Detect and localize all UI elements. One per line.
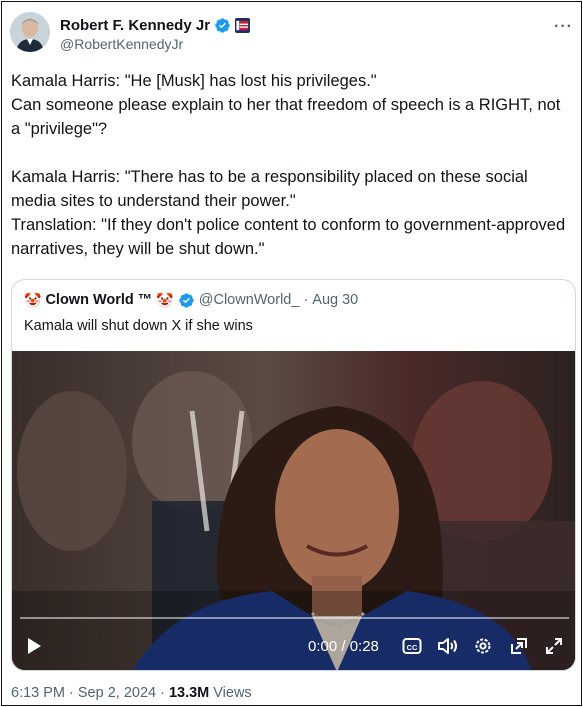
author-handle[interactable]: @RobertKennedyJr xyxy=(60,36,183,52)
verified-badge-icon[interactable] xyxy=(214,17,231,34)
video-frame xyxy=(12,351,575,670)
clown-avatar-icon[interactable]: 🤡 xyxy=(24,292,41,309)
tweet-paragraph: Kamala Harris: "There has to be a respon… xyxy=(11,168,533,210)
fullscreen-button[interactable] xyxy=(544,631,564,661)
author-name[interactable]: Robert F. Kennedy Jr xyxy=(60,17,210,34)
volume-icon xyxy=(438,638,457,654)
views-count[interactable]: 13.3M xyxy=(169,685,209,701)
tweet-card: Robert F. Kennedy Jr @RobertKennedyJr ··… xyxy=(1,1,582,706)
more-options-button[interactable]: ··· xyxy=(554,18,573,36)
tweet-paragraph: Translation: "If they don't police conte… xyxy=(11,216,570,258)
views-label: Views xyxy=(213,685,252,701)
play-button[interactable] xyxy=(26,631,42,661)
captions-button[interactable]: CC xyxy=(402,631,422,661)
quoted-date[interactable]: Aug 30 xyxy=(312,292,358,308)
video-progress-bar[interactable] xyxy=(20,617,569,619)
author-avatar[interactable] xyxy=(10,12,50,52)
tweet-text: Kamala Harris: "He [Musk] has lost his p… xyxy=(11,69,571,261)
author-name-line: Robert F. Kennedy Jr xyxy=(60,15,251,35)
settings-button[interactable] xyxy=(473,631,493,661)
tweet-paragraph: Kamala Harris: "He [Musk] has lost his p… xyxy=(11,72,377,90)
tweet-paragraph: Can someone please explain to her that f… xyxy=(11,96,565,138)
volume-button[interactable] xyxy=(437,631,459,661)
video-timecode: 0:00 / 0:28 xyxy=(308,637,379,655)
clown-emoji-icon: 🤡 xyxy=(156,291,174,308)
play-icon xyxy=(28,638,41,654)
tweet-header: Robert F. Kennedy Jr @RobertKennedyJr ··… xyxy=(10,10,575,58)
tweet-footer: 6:13 PM · Sep 2, 2024 · 13.3M Views xyxy=(11,685,252,701)
campaign-flag-icon xyxy=(235,17,251,33)
fullscreen-icon xyxy=(546,638,562,654)
video-timecode-wrap: 0:00 / 0:28 xyxy=(308,631,379,661)
tweet-timestamp[interactable]: 6:13 PM · Sep 2, 2024 · xyxy=(11,685,165,701)
meta-separator: · xyxy=(303,292,309,308)
quoted-author-name[interactable]: Clown World ™ xyxy=(45,292,152,308)
quoted-author-handle[interactable]: @ClownWorld_ xyxy=(199,292,300,308)
pip-icon xyxy=(511,638,527,654)
video-player[interactable]: 0:00 / 0:28 CC xyxy=(12,351,575,670)
quoted-tweet[interactable]: 🤡 Clown World ™ 🤡 @ClownWorld_ · Aug 30 … xyxy=(11,279,576,671)
captions-icon: CC xyxy=(402,638,422,654)
settings-icon xyxy=(475,638,491,654)
verified-badge-icon[interactable] xyxy=(178,292,195,309)
svg-text:CC: CC xyxy=(407,643,418,652)
avatar-image xyxy=(10,12,50,52)
quoted-tweet-text: Kamala will shut down X if she wins xyxy=(24,318,253,334)
video-controls: 0:00 / 0:28 CC xyxy=(12,631,575,661)
quoted-tweet-header: 🤡 Clown World ™ 🤡 @ClownWorld_ · Aug 30 xyxy=(24,290,358,310)
pip-button[interactable] xyxy=(509,631,529,661)
